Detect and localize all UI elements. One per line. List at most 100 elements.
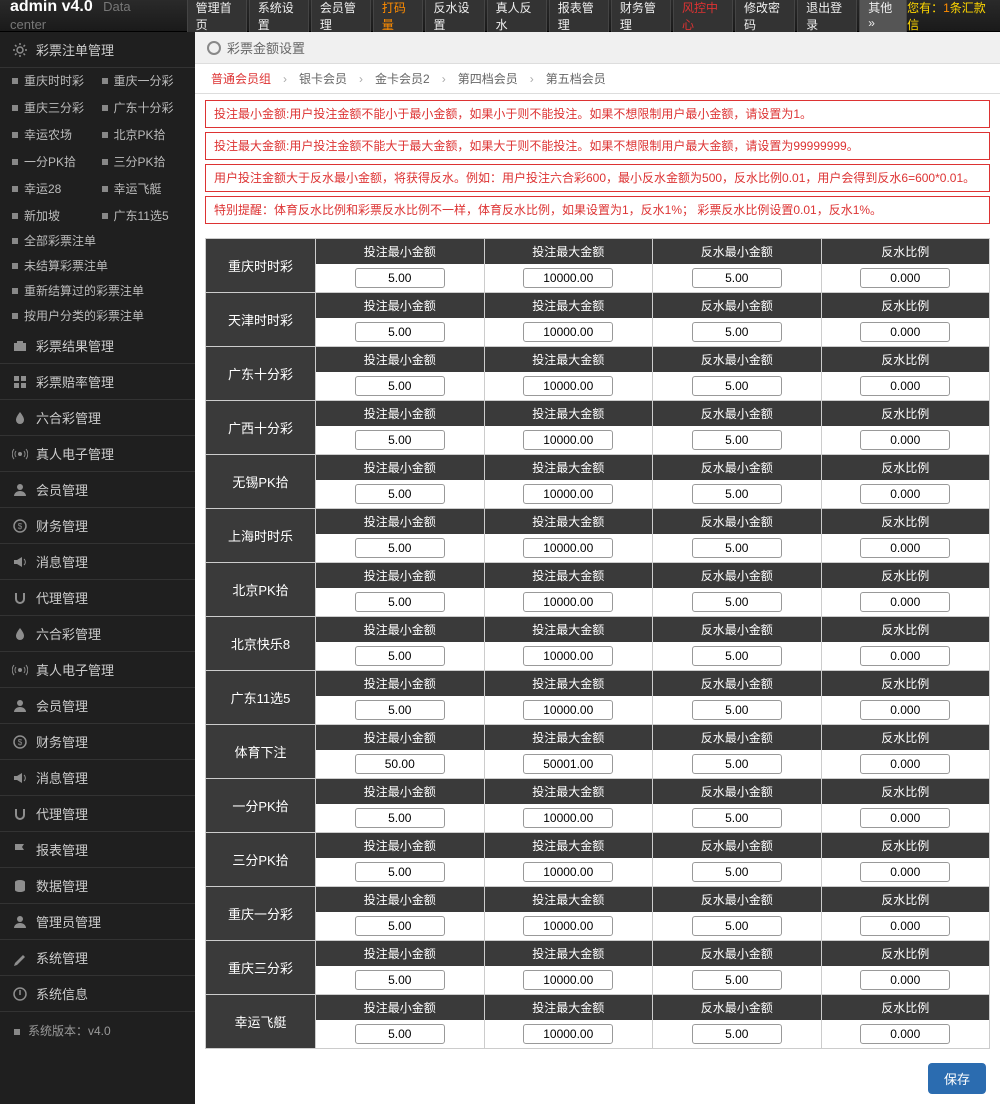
- amount-input[interactable]: [692, 538, 782, 558]
- amount-input[interactable]: [355, 376, 445, 396]
- save-button[interactable]: 保存: [928, 1063, 986, 1094]
- amount-input[interactable]: [860, 538, 950, 558]
- amount-input[interactable]: [692, 376, 782, 396]
- sidebar-section-16[interactable]: 数据管理: [0, 868, 195, 904]
- sidebar-section-2[interactable]: 彩票赔率管理: [0, 364, 195, 400]
- amount-input[interactable]: [523, 592, 613, 612]
- amount-input[interactable]: [692, 754, 782, 774]
- amount-input[interactable]: [523, 1024, 613, 1044]
- amount-input[interactable]: [860, 862, 950, 882]
- amount-input[interactable]: [355, 1024, 445, 1044]
- sidebar-section-8[interactable]: 代理管理: [0, 580, 195, 616]
- sidebar-section-15[interactable]: 报表管理: [0, 832, 195, 868]
- sidebar-section-9[interactable]: 六合彩管理: [0, 616, 195, 652]
- amount-input[interactable]: [523, 538, 613, 558]
- amount-input[interactable]: [692, 268, 782, 288]
- amount-input[interactable]: [860, 592, 950, 612]
- sidebar-list-item-2[interactable]: 重新结算过的彩票注单: [10, 278, 185, 303]
- sidebar-grid-item-10[interactable]: 新加坡: [10, 203, 96, 228]
- amount-input[interactable]: [355, 808, 445, 828]
- amount-input[interactable]: [355, 268, 445, 288]
- amount-input[interactable]: [355, 322, 445, 342]
- amount-input[interactable]: [355, 862, 445, 882]
- sidebar-grid-item-2[interactable]: 重庆三分彩: [10, 95, 96, 120]
- amount-input[interactable]: [355, 970, 445, 990]
- amount-input[interactable]: [355, 916, 445, 936]
- amount-input[interactable]: [523, 484, 613, 504]
- sidebar-section-10[interactable]: 真人电子管理: [0, 652, 195, 688]
- amount-input[interactable]: [692, 592, 782, 612]
- amount-input[interactable]: [523, 700, 613, 720]
- sidebar-section-4[interactable]: 真人电子管理: [0, 436, 195, 472]
- sidebar-section-19[interactable]: 系统信息: [0, 976, 195, 1012]
- sidebar-list-item-0[interactable]: 全部彩票注单: [10, 228, 185, 253]
- amount-input[interactable]: [692, 430, 782, 450]
- amount-input[interactable]: [692, 484, 782, 504]
- sidebar-section-7[interactable]: 消息管理: [0, 544, 195, 580]
- amount-input[interactable]: [523, 862, 613, 882]
- amount-input[interactable]: [860, 646, 950, 666]
- amount-input[interactable]: [692, 322, 782, 342]
- sidebar-grid-item-0[interactable]: 重庆时时彩: [10, 68, 96, 93]
- sidebar-grid-item-4[interactable]: 幸运农场: [10, 122, 96, 147]
- sidebar-grid-item-3[interactable]: 广东十分彩: [100, 95, 186, 120]
- amount-input[interactable]: [860, 484, 950, 504]
- amount-input[interactable]: [692, 700, 782, 720]
- amount-input[interactable]: [860, 700, 950, 720]
- amount-input[interactable]: [355, 430, 445, 450]
- sidebar-grid-item-7[interactable]: 三分PK拾: [100, 149, 186, 174]
- amount-input[interactable]: [523, 322, 613, 342]
- amount-input[interactable]: [355, 646, 445, 666]
- sidebar-grid-item-5[interactable]: 北京PK拾: [100, 122, 186, 147]
- amount-input[interactable]: [860, 268, 950, 288]
- amount-input[interactable]: [692, 808, 782, 828]
- notification-text[interactable]: 您有：1条汇款信: [907, 0, 990, 33]
- amount-input[interactable]: [860, 916, 950, 936]
- tab-0[interactable]: 普通会员组: [203, 66, 279, 91]
- amount-input[interactable]: [692, 916, 782, 936]
- amount-input[interactable]: [860, 970, 950, 990]
- tab-1[interactable]: 银卡会员: [291, 66, 355, 91]
- sidebar-section-11[interactable]: 会员管理: [0, 688, 195, 724]
- sidebar-list-item-1[interactable]: 未结算彩票注单: [10, 253, 185, 278]
- sidebar-section-14[interactable]: 代理管理: [0, 796, 195, 832]
- sidebar-section-6[interactable]: $财务管理: [0, 508, 195, 544]
- amount-input[interactable]: [355, 538, 445, 558]
- amount-input[interactable]: [523, 430, 613, 450]
- sidebar-grid-item-9[interactable]: 幸运飞艇: [100, 176, 186, 201]
- amount-input[interactable]: [860, 430, 950, 450]
- amount-input[interactable]: [692, 646, 782, 666]
- amount-input[interactable]: [523, 646, 613, 666]
- amount-input[interactable]: [355, 754, 445, 774]
- sidebar-section-13[interactable]: 消息管理: [0, 760, 195, 796]
- amount-input[interactable]: [860, 376, 950, 396]
- tab-2[interactable]: 金卡会员2: [367, 66, 438, 91]
- amount-input[interactable]: [523, 376, 613, 396]
- sidebar-grid-item-8[interactable]: 幸运28: [10, 176, 96, 201]
- amount-input[interactable]: [860, 754, 950, 774]
- amount-input[interactable]: [860, 1024, 950, 1044]
- sidebar-section-0[interactable]: 彩票注单管理: [0, 32, 195, 68]
- amount-input[interactable]: [355, 700, 445, 720]
- amount-input[interactable]: [523, 916, 613, 936]
- amount-input[interactable]: [860, 808, 950, 828]
- amount-input[interactable]: [692, 1024, 782, 1044]
- sidebar-section-17[interactable]: 管理员管理: [0, 904, 195, 940]
- sidebar-grid-item-1[interactable]: 重庆一分彩: [100, 68, 186, 93]
- amount-input[interactable]: [523, 808, 613, 828]
- amount-input[interactable]: [523, 754, 613, 774]
- tab-3[interactable]: 第四档会员: [450, 66, 526, 91]
- sidebar-section-1[interactable]: 彩票结果管理: [0, 328, 195, 364]
- sidebar-list-item-3[interactable]: 按用户分类的彩票注单: [10, 303, 185, 328]
- amount-input[interactable]: [355, 484, 445, 504]
- amount-input[interactable]: [355, 592, 445, 612]
- amount-input[interactable]: [523, 268, 613, 288]
- tab-4[interactable]: 第五档会员: [538, 66, 614, 91]
- sidebar-section-5[interactable]: 会员管理: [0, 472, 195, 508]
- amount-input[interactable]: [860, 322, 950, 342]
- sidebar-section-12[interactable]: $财务管理: [0, 724, 195, 760]
- sidebar-section-3[interactable]: 六合彩管理: [0, 400, 195, 436]
- sidebar-section-18[interactable]: 系统管理: [0, 940, 195, 976]
- amount-input[interactable]: [523, 970, 613, 990]
- sidebar-grid-item-6[interactable]: 一分PK拾: [10, 149, 96, 174]
